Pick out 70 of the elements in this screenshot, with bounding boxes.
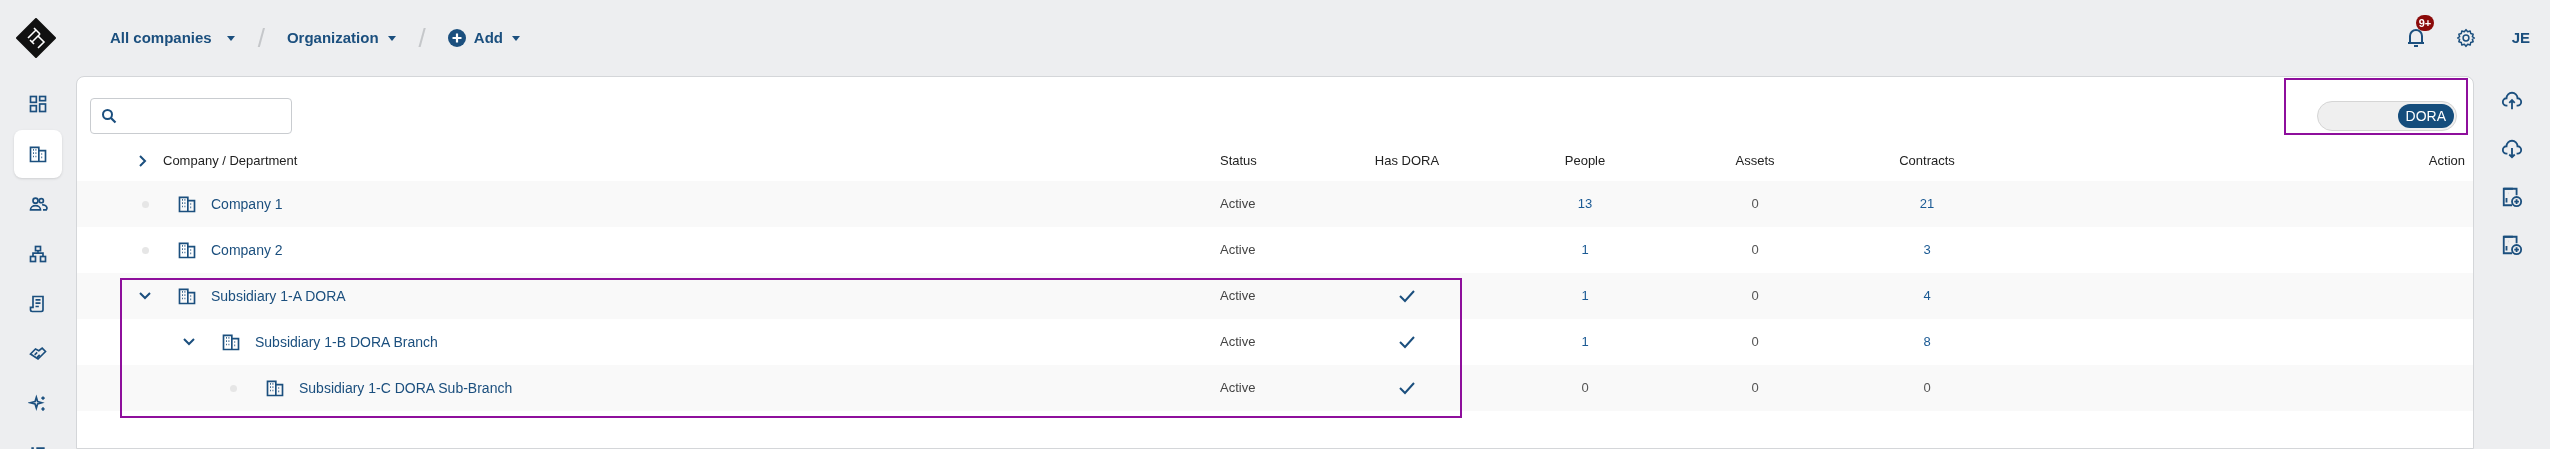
- status-text: Active: [1220, 288, 1256, 304]
- company-link[interactable]: Company 1: [211, 193, 283, 215]
- building-icon: [221, 332, 241, 352]
- column-header: Contracts: [1899, 153, 1955, 169]
- column-header: People: [1564, 153, 1606, 169]
- company-link[interactable]: Subsidiary 1-C DORA Sub-Branch: [299, 377, 513, 399]
- caret-icon: [511, 33, 521, 43]
- cloud-download-icon[interactable]: [2501, 138, 2523, 160]
- caret-icon: [386, 33, 397, 43]
- image-add-icon[interactable]: [2501, 234, 2523, 256]
- company-link[interactable]: Company 2: [211, 239, 283, 261]
- caret-icon: [225, 33, 236, 43]
- count-link[interactable]: 1: [1581, 334, 1589, 350]
- nav-separator: /: [418, 21, 426, 55]
- nav-dropdown[interactable]: All companies: [110, 26, 236, 50]
- count-link[interactable]: 1: [1581, 242, 1589, 258]
- dashboard-icon: [28, 94, 48, 114]
- notification-badge: 9+: [2415, 15, 2435, 31]
- building-icon: [177, 240, 197, 260]
- count-link[interactable]: 13: [1577, 196, 1593, 212]
- count-link[interactable]: 1: [1581, 288, 1589, 304]
- people-icon: [28, 194, 48, 214]
- chevron-icon[interactable]: [183, 337, 195, 347]
- column-header: Has DORA: [1374, 153, 1440, 169]
- column-header: Action: [2428, 153, 2465, 169]
- status-text: Active: [1220, 242, 1256, 258]
- count-text: 0: [1751, 288, 1759, 304]
- building-icon: [177, 194, 197, 214]
- search-icon: [101, 108, 117, 124]
- count-link[interactable]: 3: [1923, 242, 1931, 258]
- building-icon: [28, 144, 48, 164]
- expand-all-icon[interactable]: [137, 155, 149, 167]
- building-icon: [177, 286, 197, 306]
- plus-circle-icon: [447, 29, 466, 47]
- table-row[interactable]: Subsidiary 1-A DORA Active 1 0 4: [77, 273, 2473, 319]
- sidebar-item[interactable]: [14, 130, 62, 178]
- sparkle-icon: [28, 394, 48, 414]
- count-text: 0: [1581, 380, 1589, 396]
- count-link[interactable]: 21: [1919, 196, 1935, 212]
- count-link[interactable]: 8: [1923, 334, 1931, 350]
- dora-toggle[interactable]: DORA: [2317, 101, 2457, 131]
- settings-icon[interactable]: [2455, 28, 2476, 48]
- cloud-upload-icon[interactable]: [2501, 90, 2523, 112]
- search-field[interactable]: [90, 98, 292, 134]
- status-text: Active: [1220, 380, 1256, 396]
- count-link[interactable]: 4: [1923, 288, 1931, 304]
- nav-dropdown[interactable]: Organization: [286, 26, 397, 50]
- hierarchy-icon: [28, 244, 48, 264]
- count-text: 0: [1751, 196, 1759, 212]
- status-text: Active: [1220, 334, 1256, 350]
- column-header: Assets: [1735, 153, 1775, 169]
- status-text: Active: [1220, 196, 1256, 212]
- notification-bell-icon[interactable]: [2405, 27, 2426, 49]
- nav-dropdown[interactable]: Add: [447, 26, 521, 50]
- column-header: Company / Department: [163, 152, 298, 171]
- count-text: 0: [1751, 380, 1759, 396]
- column-header: Status: [1220, 153, 1257, 169]
- company-link[interactable]: Subsidiary 1-B DORA Branch: [255, 331, 438, 353]
- chevron-icon[interactable]: [139, 291, 151, 301]
- user-initials[interactable]: JE: [2511, 26, 2530, 50]
- building-icon: [265, 378, 285, 398]
- nav-separator: /: [257, 21, 265, 55]
- count-text: 0: [1751, 242, 1759, 258]
- count-text: 0: [1751, 334, 1759, 350]
- table-row[interactable]: Company 1 Active 13 0 21: [77, 181, 2473, 227]
- company-link[interactable]: Subsidiary 1-A DORA: [211, 285, 346, 307]
- logo-icon: [16, 18, 56, 58]
- count-text: 0: [1923, 380, 1931, 396]
- table-row[interactable]: Subsidiary 1-C DORA Sub-Branch Active 0 0 0: [77, 365, 2473, 411]
- image-add-icon[interactable]: [2501, 186, 2523, 208]
